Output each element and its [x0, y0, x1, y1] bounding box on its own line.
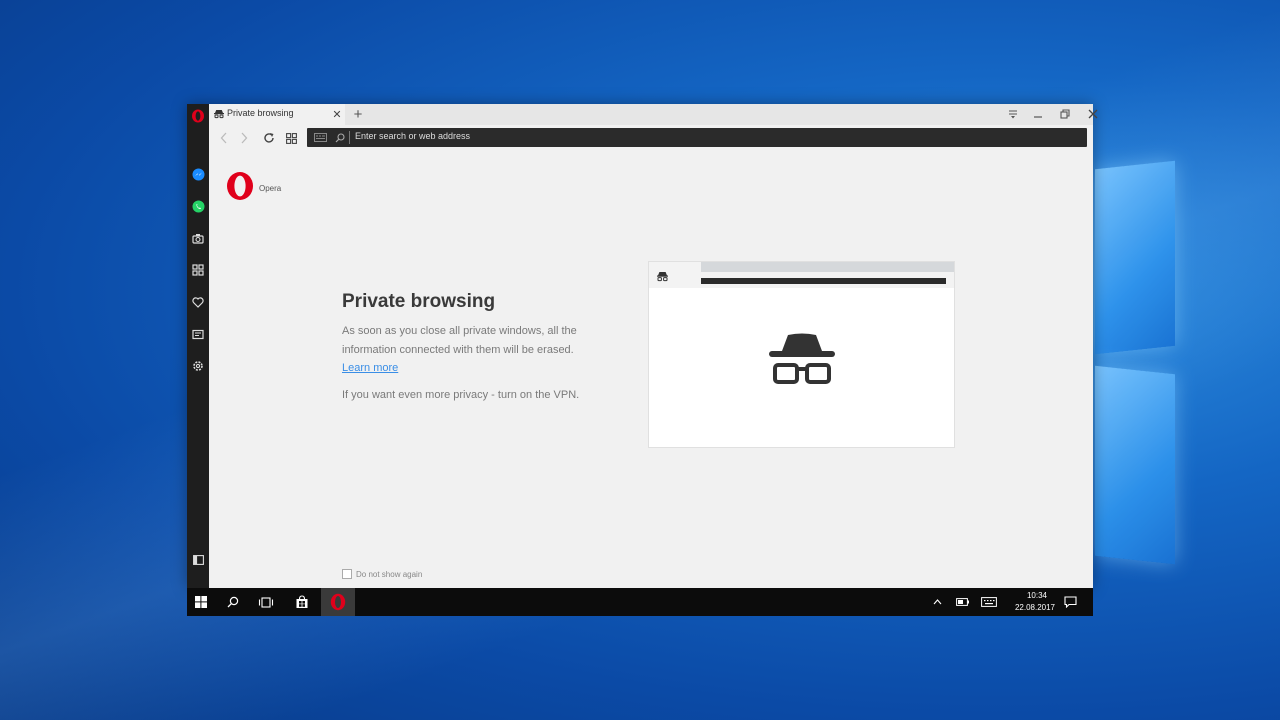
settings-icon[interactable] — [190, 358, 206, 374]
do-not-show-again-checkbox[interactable]: Do not show again — [342, 569, 422, 579]
action-center-icon[interactable] — [1056, 588, 1084, 616]
reload-icon[interactable] — [261, 130, 277, 146]
taskbar: 10:34 22.08.2017 — [187, 588, 1093, 616]
back-icon[interactable] — [217, 130, 231, 146]
windows-logo-wallpaper — [1090, 150, 1280, 570]
learn-more-link[interactable]: Learn more — [342, 362, 398, 374]
tab-bar: Private browsing ✕ + — [209, 104, 1098, 125]
incognito-icon — [213, 108, 225, 120]
illustration-tab-strip — [701, 262, 954, 272]
address-divider — [349, 131, 350, 144]
browser-window: Private browsing ✕ + Enter search or web… — [187, 104, 1098, 588]
whatsapp-icon[interactable] — [190, 198, 206, 214]
tab-close-icon[interactable]: ✕ — [330, 107, 344, 121]
restore-icon[interactable] — [1056, 107, 1074, 121]
address-bar[interactable]: Enter search or web address — [307, 128, 1087, 147]
speed-dial-icon[interactable] — [283, 130, 299, 146]
tab-private-browsing[interactable]: Private browsing ✕ — [209, 104, 345, 125]
news-icon[interactable] — [190, 326, 206, 342]
search-icon — [333, 131, 346, 144]
task-view-icon[interactable] — [252, 588, 280, 616]
heart-icon[interactable] — [190, 294, 206, 310]
incognito-icon — [655, 270, 669, 282]
private-browsing-page: Opera Private browsing As soon as you cl… — [209, 151, 1093, 588]
minimize-icon[interactable] — [1029, 107, 1047, 121]
opera-logo-icon — [225, 171, 255, 201]
page-description: As soon as you close all private windows… — [342, 325, 577, 356]
speed-dial-icon[interactable] — [190, 262, 206, 278]
new-tab-button[interactable]: + — [350, 105, 366, 123]
camera-icon[interactable] — [190, 230, 206, 246]
store-icon[interactable] — [288, 588, 316, 616]
do-not-show-again-label: Do not show again — [356, 569, 423, 579]
illustration-address-bar — [701, 278, 946, 284]
opera-brand-text: Opera — [259, 184, 282, 193]
clock-time[interactable]: 10:34 — [1012, 591, 1062, 600]
sidebar-toggle-icon[interactable] — [190, 552, 206, 568]
navigation-bar: Enter search or web address — [209, 125, 1093, 152]
search-icon[interactable] — [219, 588, 247, 616]
opera-taskbar-button[interactable] — [321, 588, 355, 616]
page-title: Private browsing — [342, 291, 496, 312]
battery-icon[interactable] — [951, 588, 973, 616]
close-window-icon[interactable] — [1084, 107, 1102, 121]
forward-icon[interactable] — [237, 130, 251, 146]
messenger-icon[interactable] — [190, 166, 206, 182]
keyboard-icon[interactable] — [977, 588, 1001, 616]
private-window-illustration — [648, 261, 955, 448]
tab-title: Private browsing — [227, 108, 294, 118]
tab-menu-icon[interactable] — [1005, 107, 1021, 121]
sidebar — [187, 104, 209, 588]
opera-menu-icon[interactable] — [190, 108, 206, 124]
chevron-up-icon[interactable] — [927, 588, 947, 616]
private-badge-icon — [313, 131, 327, 144]
vpn-note: If you want even more privacy - turn on … — [342, 389, 580, 401]
checkbox-box[interactable] — [342, 569, 352, 579]
start-windows-icon[interactable] — [187, 588, 215, 616]
address-input-placeholder[interactable]: Enter search or web address — [355, 131, 470, 141]
incognito-large-icon — [767, 332, 837, 390]
